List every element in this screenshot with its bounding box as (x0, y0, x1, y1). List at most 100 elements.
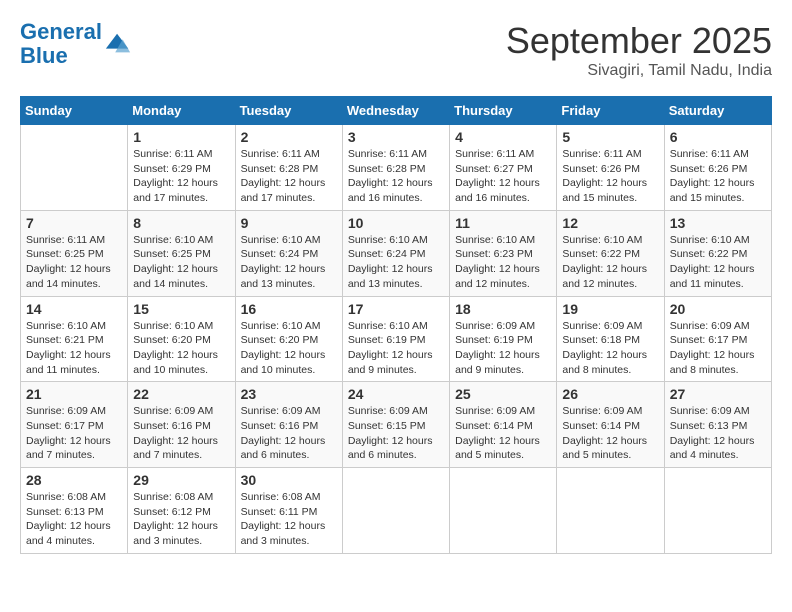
day-number: 6 (670, 129, 766, 145)
day-number: 22 (133, 386, 229, 402)
day-number: 14 (26, 301, 122, 317)
location-subtitle: Sivagiri, Tamil Nadu, India (506, 62, 772, 80)
calendar-week-3: 14 Sunrise: 6:10 AM Sunset: 6:21 PM Dayli… (21, 296, 772, 382)
day-info: Sunrise: 6:09 AM Sunset: 6:14 PM Dayligh… (562, 404, 658, 463)
calendar-cell: 3 Sunrise: 6:11 AM Sunset: 6:28 PM Daylig… (342, 125, 449, 211)
day-info: Sunrise: 6:10 AM Sunset: 6:25 PM Dayligh… (133, 233, 229, 292)
calendar-cell (664, 468, 771, 554)
day-number: 19 (562, 301, 658, 317)
day-info: Sunrise: 6:08 AM Sunset: 6:11 PM Dayligh… (241, 490, 337, 549)
calendar-body: 1 Sunrise: 6:11 AM Sunset: 6:29 PM Daylig… (21, 125, 772, 554)
day-info: Sunrise: 6:10 AM Sunset: 6:24 PM Dayligh… (348, 233, 444, 292)
calendar-cell: 23Sunrise: 6:09 AM Sunset: 6:16 PM Dayli… (235, 382, 342, 468)
calendar-cell: 17Sunrise: 6:10 AM Sunset: 6:19 PM Dayli… (342, 296, 449, 382)
day-number: 24 (348, 386, 444, 402)
calendar-cell: 1 Sunrise: 6:11 AM Sunset: 6:29 PM Daylig… (128, 125, 235, 211)
day-info: Sunrise: 6:10 AM Sunset: 6:22 PM Dayligh… (670, 233, 766, 292)
header-wednesday: Wednesday (342, 97, 449, 125)
calendar-cell: 5 Sunrise: 6:11 AM Sunset: 6:26 PM Daylig… (557, 125, 664, 211)
logo-line2: Blue (20, 43, 68, 68)
day-number: 13 (670, 215, 766, 231)
day-number: 10 (348, 215, 444, 231)
calendar-cell: 4 Sunrise: 6:11 AM Sunset: 6:27 PM Daylig… (450, 125, 557, 211)
day-info: Sunrise: 6:11 AM Sunset: 6:28 PM Dayligh… (348, 147, 444, 206)
calendar-cell: 26 Sunrise: 6:09 AM Sunset: 6:14 PM Dayli… (557, 382, 664, 468)
day-number: 23 (241, 386, 337, 402)
calendar-cell: 2 Sunrise: 6:11 AM Sunset: 6:28 PM Daylig… (235, 125, 342, 211)
calendar-cell: 8Sunrise: 6:10 AM Sunset: 6:25 PM Daylig… (128, 210, 235, 296)
calendar-week-1: 1 Sunrise: 6:11 AM Sunset: 6:29 PM Daylig… (21, 125, 772, 211)
day-number: 1 (133, 129, 229, 145)
calendar-cell: 16Sunrise: 6:10 AM Sunset: 6:20 PM Dayli… (235, 296, 342, 382)
day-info: Sunrise: 6:09 AM Sunset: 6:14 PM Dayligh… (455, 404, 551, 463)
calendar-cell: 19Sunrise: 6:09 AM Sunset: 6:18 PM Dayli… (557, 296, 664, 382)
day-number: 30 (241, 472, 337, 488)
day-number: 18 (455, 301, 551, 317)
calendar-cell: 30 Sunrise: 6:08 AM Sunset: 6:11 PM Dayli… (235, 468, 342, 554)
calendar-cell: 27 Sunrise: 6:09 AM Sunset: 6:13 PM Dayli… (664, 382, 771, 468)
calendar-cell: 12 Sunrise: 6:10 AM Sunset: 6:22 PM Dayli… (557, 210, 664, 296)
logo: General Blue (20, 20, 132, 68)
calendar-header-row: SundayMondayTuesdayWednesdayThursdayFrid… (21, 97, 772, 125)
calendar-cell: 28 Sunrise: 6:08 AM Sunset: 6:13 PM Dayli… (21, 468, 128, 554)
day-info: Sunrise: 6:09 AM Sunset: 6:19 PM Dayligh… (455, 319, 551, 378)
day-info: Sunrise: 6:09 AM Sunset: 6:15 PM Dayligh… (348, 404, 444, 463)
day-info: Sunrise: 6:11 AM Sunset: 6:25 PM Dayligh… (26, 233, 122, 292)
day-info: Sunrise: 6:11 AM Sunset: 6:28 PM Dayligh… (241, 147, 337, 206)
day-number: 15 (133, 301, 229, 317)
day-number: 26 (562, 386, 658, 402)
calendar-cell (21, 125, 128, 211)
title-block: September 2025 Sivagiri, Tamil Nadu, Ind… (506, 20, 772, 80)
header-friday: Friday (557, 97, 664, 125)
calendar-cell (557, 468, 664, 554)
day-number: 7 (26, 215, 122, 231)
day-number: 4 (455, 129, 551, 145)
day-info: Sunrise: 6:09 AM Sunset: 6:13 PM Dayligh… (670, 404, 766, 463)
day-info: Sunrise: 6:10 AM Sunset: 6:20 PM Dayligh… (241, 319, 337, 378)
page-header: General Blue September 2025 Sivagiri, Ta… (20, 20, 772, 80)
day-number: 3 (348, 129, 444, 145)
day-info: Sunrise: 6:09 AM Sunset: 6:17 PM Dayligh… (26, 404, 122, 463)
day-info: Sunrise: 6:10 AM Sunset: 6:24 PM Dayligh… (241, 233, 337, 292)
day-number: 11 (455, 215, 551, 231)
month-title: September 2025 (506, 20, 772, 62)
day-info: Sunrise: 6:11 AM Sunset: 6:26 PM Dayligh… (670, 147, 766, 206)
calendar-cell: 11 Sunrise: 6:10 AM Sunset: 6:23 PM Dayli… (450, 210, 557, 296)
calendar-cell: 21 Sunrise: 6:09 AM Sunset: 6:17 PM Dayli… (21, 382, 128, 468)
header-sunday: Sunday (21, 97, 128, 125)
day-number: 5 (562, 129, 658, 145)
day-number: 29 (133, 472, 229, 488)
calendar-cell: 10 Sunrise: 6:10 AM Sunset: 6:24 PM Dayli… (342, 210, 449, 296)
day-number: 12 (562, 215, 658, 231)
day-info: Sunrise: 6:10 AM Sunset: 6:23 PM Dayligh… (455, 233, 551, 292)
logo-icon (104, 30, 132, 58)
calendar-cell: 7 Sunrise: 6:11 AM Sunset: 6:25 PM Daylig… (21, 210, 128, 296)
calendar-cell (342, 468, 449, 554)
day-info: Sunrise: 6:11 AM Sunset: 6:27 PM Dayligh… (455, 147, 551, 206)
header-thursday: Thursday (450, 97, 557, 125)
day-info: Sunrise: 6:09 AM Sunset: 6:17 PM Dayligh… (670, 319, 766, 378)
calendar-cell: 14 Sunrise: 6:10 AM Sunset: 6:21 PM Dayli… (21, 296, 128, 382)
day-number: 27 (670, 386, 766, 402)
header-monday: Monday (128, 97, 235, 125)
day-number: 28 (26, 472, 122, 488)
day-number: 20 (670, 301, 766, 317)
day-number: 9 (241, 215, 337, 231)
calendar-cell: 13 Sunrise: 6:10 AM Sunset: 6:22 PM Dayli… (664, 210, 771, 296)
day-number: 17 (348, 301, 444, 317)
calendar-week-2: 7 Sunrise: 6:11 AM Sunset: 6:25 PM Daylig… (21, 210, 772, 296)
day-number: 21 (26, 386, 122, 402)
day-info: Sunrise: 6:08 AM Sunset: 6:13 PM Dayligh… (26, 490, 122, 549)
calendar-cell: 9 Sunrise: 6:10 AM Sunset: 6:24 PM Daylig… (235, 210, 342, 296)
calendar-week-5: 28 Sunrise: 6:08 AM Sunset: 6:13 PM Dayli… (21, 468, 772, 554)
day-info: Sunrise: 6:09 AM Sunset: 6:16 PM Dayligh… (133, 404, 229, 463)
day-info: Sunrise: 6:10 AM Sunset: 6:21 PM Dayligh… (26, 319, 122, 378)
day-info: Sunrise: 6:11 AM Sunset: 6:29 PM Dayligh… (133, 147, 229, 206)
calendar-cell: 20 Sunrise: 6:09 AM Sunset: 6:17 PM Dayli… (664, 296, 771, 382)
logo-line1: General (20, 19, 102, 44)
day-info: Sunrise: 6:11 AM Sunset: 6:26 PM Dayligh… (562, 147, 658, 206)
calendar-cell: 15Sunrise: 6:10 AM Sunset: 6:20 PM Dayli… (128, 296, 235, 382)
day-info: Sunrise: 6:10 AM Sunset: 6:22 PM Dayligh… (562, 233, 658, 292)
day-number: 2 (241, 129, 337, 145)
calendar-cell: 22 Sunrise: 6:09 AM Sunset: 6:16 PM Dayli… (128, 382, 235, 468)
